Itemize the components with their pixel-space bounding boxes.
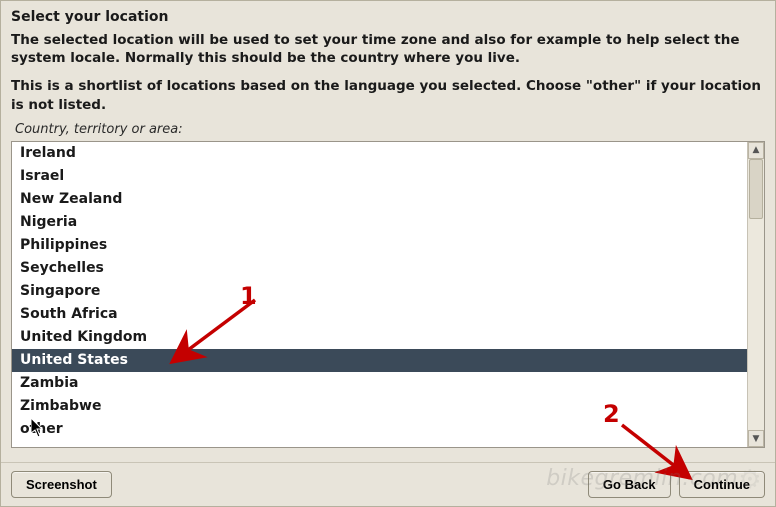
list-item[interactable]: Israel [12,165,747,188]
scroll-thumb[interactable] [749,159,763,219]
list-item[interactable]: Seychelles [12,257,747,280]
scroll-up-button[interactable]: ▲ [748,142,764,159]
chevron-up-icon: ▲ [753,145,760,155]
content-area: The selected location will be used to se… [1,31,775,462]
page-title: Select your location [1,1,775,31]
list-item[interactable]: other [12,418,747,441]
list-item[interactable]: Philippines [12,234,747,257]
scrollbar[interactable]: ▲ ▼ [747,142,764,447]
location-listbox-wrap: IrelandIsraelNew ZealandNigeriaPhilippin… [11,141,765,448]
go-back-button[interactable]: Go Back [588,471,671,498]
scroll-track[interactable] [748,159,764,430]
list-item[interactable]: Zambia [12,372,747,395]
list-item[interactable]: Ireland [12,142,747,165]
list-item[interactable]: Zimbabwe [12,395,747,418]
list-item[interactable]: United Kingdom [12,326,747,349]
list-item[interactable]: New Zealand [12,188,747,211]
chevron-down-icon: ▼ [753,434,760,444]
continue-button[interactable]: Continue [679,471,765,498]
description-text-2: This is a shortlist of locations based o… [11,77,765,113]
location-listbox[interactable]: IrelandIsraelNew ZealandNigeriaPhilippin… [12,142,747,447]
list-item[interactable]: South Africa [12,303,747,326]
description-text-1: The selected location will be used to se… [11,31,765,67]
screenshot-button[interactable]: Screenshot [11,471,112,498]
list-item[interactable]: United States [12,349,747,372]
list-item[interactable]: Nigeria [12,211,747,234]
list-label: Country, territory or area: [15,122,765,137]
scroll-down-button[interactable]: ▼ [748,430,764,447]
list-item[interactable]: Singapore [12,280,747,303]
footer-bar: Screenshot Go Back Continue [1,462,775,506]
installer-window: Select your location The selected locati… [0,0,776,507]
